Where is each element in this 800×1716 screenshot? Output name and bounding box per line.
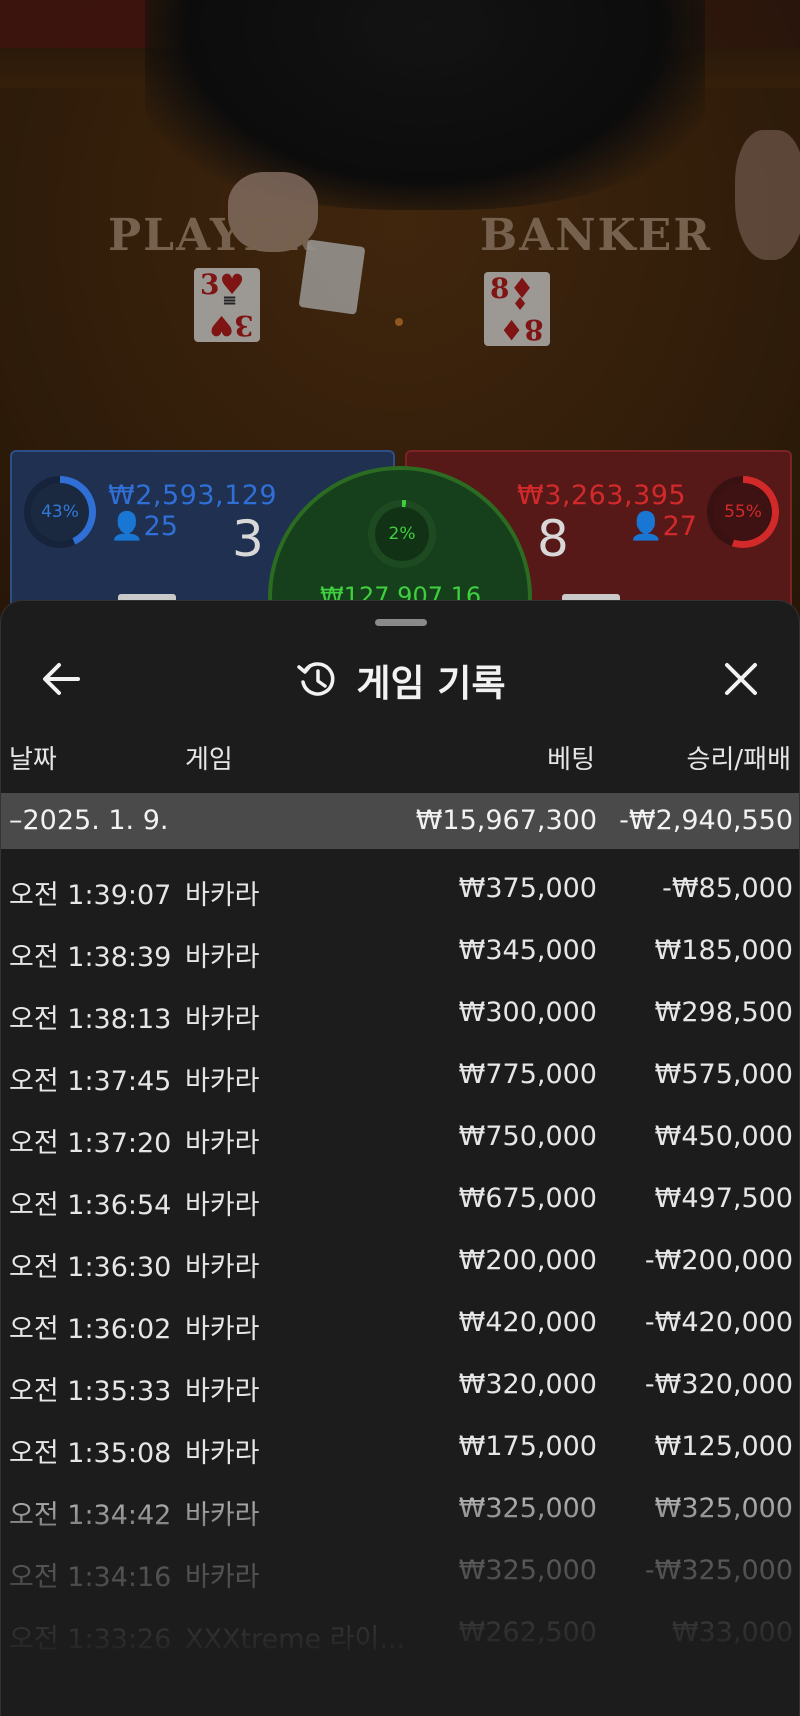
column-header-game: 게임 (185, 745, 233, 775)
banker-bet-amount: ₩3,263,395 (517, 480, 687, 511)
player-bettor-count: 👤25 (110, 511, 178, 542)
row-time: 오전 1:35:08 (9, 1438, 172, 1469)
row-result: ₩33,000 (671, 1617, 793, 1648)
row-time: 오전 1:34:42 (9, 1500, 172, 1531)
row-time: 오전 1:37:45 (9, 1066, 172, 1097)
history-row[interactable]: 오전 1:34:16 바카라 ₩325,000 -₩325,000 (1, 1541, 799, 1603)
history-row[interactable]: 오전 1:36:30 바카라 ₩200,000 -₩200,000 (1, 1231, 799, 1293)
history-row[interactable]: 오전 1:36:02 바카라 ₩420,000 -₩420,000 (1, 1293, 799, 1355)
history-row[interactable]: 오전 1:37:20 바카라 ₩750,000 ₩450,000 (1, 1107, 799, 1169)
row-game: 바카라 (185, 1376, 260, 1407)
column-header-result: 승리/패배 (686, 745, 791, 775)
player-percent: 43% (31, 483, 89, 541)
history-row[interactable]: 오전 1:38:39 바카라 ₩345,000 ₩185,000 (1, 921, 799, 983)
row-result: ₩125,000 (654, 1431, 793, 1462)
banker-percent-ring: 55% (707, 476, 779, 548)
row-bet-amount: ₩375,000 (458, 873, 597, 904)
row-result: -₩200,000 (644, 1245, 793, 1276)
row-game: 바카라 (185, 880, 260, 911)
column-header-bet: 베팅 (547, 745, 595, 775)
date-group-label: –2025. 1. 9. (9, 805, 169, 836)
row-time: 오전 1:36:54 (9, 1190, 172, 1221)
row-bet-amount: ₩325,000 (458, 1555, 597, 1586)
history-row[interactable]: 오전 1:35:08 바카라 ₩175,000 ₩125,000 (1, 1417, 799, 1479)
date-group-result-total: -₩2,940,550 (619, 805, 793, 836)
row-result: -₩320,000 (644, 1369, 793, 1400)
game-history-sheet: 게임 기록 날짜 게임 베팅 승리/패배 –2025. 1. 9. ₩15,96… (0, 600, 800, 1716)
row-time: 오전 1:38:13 (9, 1004, 172, 1035)
row-bet-amount: ₩300,000 (458, 997, 597, 1028)
close-button[interactable] (711, 649, 771, 709)
tie-percent-ring: 2% (368, 500, 436, 568)
row-game: 바카라 (185, 1066, 260, 1097)
row-game: 바카라 (185, 1562, 260, 1593)
close-icon (725, 663, 757, 695)
player-bet-amount: ₩2,593,129 (108, 480, 278, 511)
date-group-row[interactable]: –2025. 1. 9. ₩15,967,300 -₩2,940,550 (1, 793, 799, 849)
row-time: 오전 1:38:39 (9, 942, 172, 973)
history-row[interactable]: 오전 1:39:07 바카라 ₩375,000 -₩85,000 (1, 859, 799, 921)
history-row[interactable]: 오전 1:33:26 XXXtreme 라이... ₩262,500 ₩33,000 (1, 1603, 799, 1665)
row-bet-amount: ₩420,000 (458, 1307, 597, 1338)
row-bet-amount: ₩345,000 (458, 935, 597, 966)
row-result: ₩497,500 (654, 1183, 793, 1214)
banker-bettor-count: 👤27 (629, 511, 697, 542)
row-time: 오전 1:36:02 (9, 1314, 172, 1345)
row-time: 오전 1:39:07 (9, 880, 172, 911)
person-icon: 👤 (110, 511, 144, 542)
row-game: 바카라 (185, 1004, 260, 1035)
row-result: ₩298,500 (654, 997, 793, 1028)
history-row[interactable]: 오전 1:37:45 바카라 ₩775,000 ₩575,000 (1, 1045, 799, 1107)
sheet-title: 게임 기록 (356, 662, 506, 705)
row-result: -₩420,000 (644, 1307, 793, 1338)
row-time: 오전 1:34:16 (9, 1562, 172, 1593)
player-score: 3 (232, 510, 264, 568)
column-header-date: 날짜 (9, 745, 57, 775)
history-list: 오전 1:39:07 바카라 ₩375,000 -₩85,000 오전 1:38:39 바… (1, 859, 799, 1665)
row-bet-amount: ₩775,000 (458, 1059, 597, 1090)
banker-score: 8 (537, 510, 569, 568)
row-result: -₩85,000 (662, 873, 793, 904)
row-game: 바카라 (185, 1500, 260, 1531)
banker-percent: 55% (714, 483, 772, 541)
row-game: 바카라 (185, 1252, 260, 1283)
sheet-header: 게임 기록 (1, 641, 799, 715)
history-row[interactable]: 오전 1:38:13 바카라 ₩300,000 ₩298,500 (1, 983, 799, 1045)
person-icon: 👤 (629, 511, 663, 542)
row-bet-amount: ₩320,000 (458, 1369, 597, 1400)
row-result: -₩325,000 (644, 1555, 793, 1586)
history-row[interactable]: 오전 1:35:33 바카라 ₩320,000 -₩320,000 (1, 1355, 799, 1417)
row-time: 오전 1:33:26 (9, 1624, 172, 1655)
row-game: 바카라 (185, 1190, 260, 1221)
row-result: ₩185,000 (654, 935, 793, 966)
row-time: 오전 1:35:33 (9, 1376, 172, 1407)
row-game: 바카라 (185, 1438, 260, 1469)
row-game: XXXtreme 라이... (185, 1624, 406, 1655)
row-game: 바카라 (185, 1314, 260, 1345)
row-time: 오전 1:36:30 (9, 1252, 172, 1283)
row-bet-amount: ₩200,000 (458, 1245, 597, 1276)
sheet-drag-handle[interactable] (375, 619, 427, 626)
row-bet-amount: ₩262,500 (458, 1617, 597, 1648)
row-result: ₩450,000 (654, 1121, 793, 1152)
row-result: ₩575,000 (654, 1059, 793, 1090)
row-game: 바카라 (185, 942, 260, 973)
history-icon (297, 662, 335, 696)
player-percent-ring: 43% (24, 476, 96, 548)
row-bet-amount: ₩750,000 (458, 1121, 597, 1152)
date-group-bet-total: ₩15,967,300 (415, 805, 597, 836)
row-time: 오전 1:37:20 (9, 1128, 172, 1159)
row-game: 바카라 (185, 1128, 260, 1159)
row-result: ₩325,000 (654, 1493, 793, 1524)
tie-percent: 2% (375, 507, 429, 561)
row-bet-amount: ₩175,000 (458, 1431, 597, 1462)
history-row[interactable]: 오전 1:36:54 바카라 ₩675,000 ₩497,500 (1, 1169, 799, 1231)
row-bet-amount: ₩675,000 (458, 1183, 597, 1214)
history-row[interactable]: 오전 1:34:42 바카라 ₩325,000 ₩325,000 (1, 1479, 799, 1541)
row-bet-amount: ₩325,000 (458, 1493, 597, 1524)
